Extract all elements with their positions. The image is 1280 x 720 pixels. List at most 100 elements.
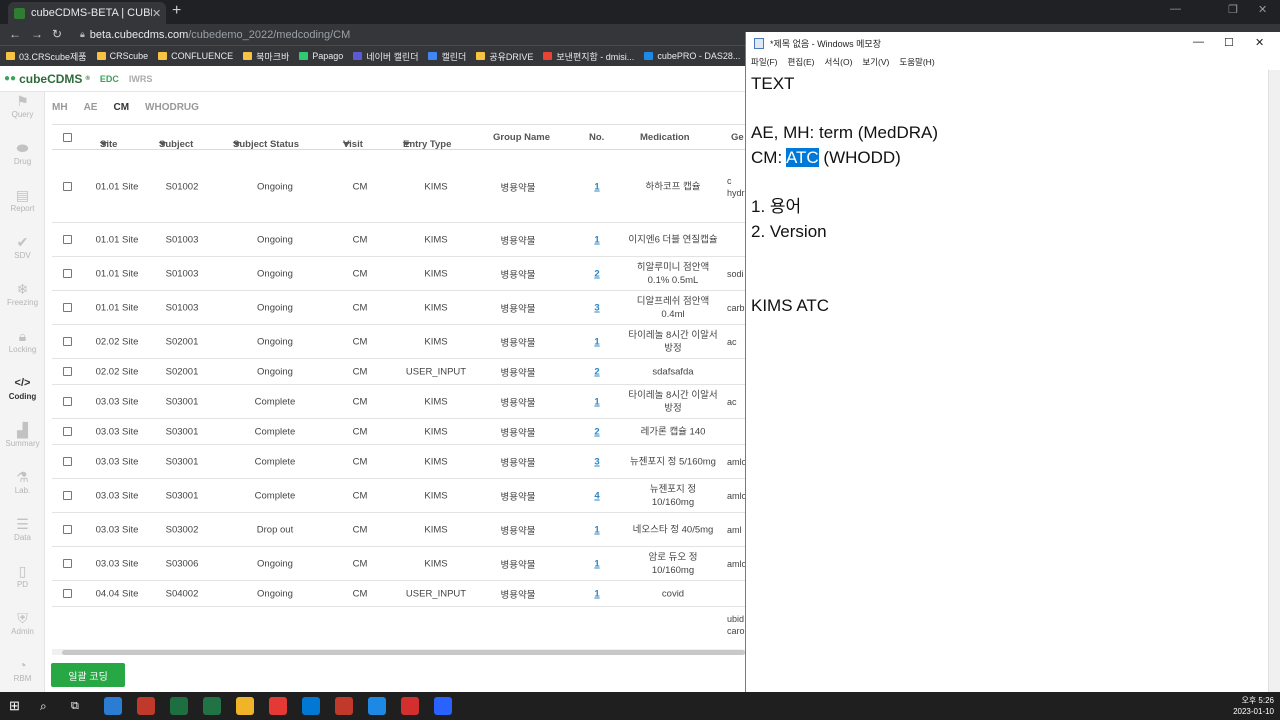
- table-row[interactable]: 02.02 Site S02001 Ongoing CM USER_INPUT 병용약물 2…: [52, 359, 745, 385]
- bookmark-item[interactable]: CONFLUENCE: [158, 51, 233, 61]
- no-link[interactable]: 1: [594, 558, 599, 569]
- reload-icon[interactable]: ↻: [52, 27, 62, 41]
- row-checkbox[interactable]: [63, 367, 72, 376]
- table-row[interactable]: 01.01 Site S01003 Ongoing CM KIMS 병용약물 1 이지엔6 더…: [52, 223, 745, 257]
- app-icon[interactable]: [137, 697, 155, 715]
- select-all-checkbox[interactable]: [63, 133, 72, 142]
- bookmark-item[interactable]: 03.CRScube제품: [6, 50, 87, 63]
- menu-view[interactable]: 보기(V): [862, 56, 889, 68]
- bookmark-item[interactable]: CRScube: [96, 51, 148, 61]
- row-checkbox[interactable]: [63, 303, 72, 312]
- filter-icon[interactable]: ⏷: [159, 139, 167, 150]
- table-row[interactable]: 03.03 Site S03006 Ongoing CM KIMS 병용약물 1 암로 듀오 …: [52, 547, 745, 581]
- no-link[interactable]: 2: [594, 426, 599, 437]
- no-link[interactable]: 3: [594, 302, 599, 313]
- outlook-icon[interactable]: [302, 697, 320, 715]
- table-row[interactable]: 03.03 Site S03001 Complete CM KIMS 병용약물 4 뉴젠포지 …: [52, 479, 745, 513]
- minimize-icon[interactable]: —: [1170, 3, 1181, 15]
- close-window-icon[interactable]: ✕: [1258, 3, 1267, 16]
- table-row[interactable]: 03.03 Site S03002 Drop out CM KIMS 병용약물 1 네오스타 …: [52, 513, 745, 547]
- table-row[interactable]: 03.03 Site S03001 Complete CM KIMS 병용약물 3 뉴젠포지 …: [52, 445, 745, 479]
- edge-icon[interactable]: [104, 697, 122, 715]
- menu-edit[interactable]: 편집(E): [788, 56, 815, 68]
- back-icon[interactable]: ←: [9, 27, 21, 41]
- sidebar-item-report[interactable]: ▤ Report: [0, 186, 45, 213]
- maximize-icon[interactable]: ☐: [1224, 36, 1234, 49]
- row-checkbox[interactable]: [63, 427, 72, 436]
- row-checkbox[interactable]: [63, 182, 72, 191]
- row-checkbox[interactable]: [63, 397, 72, 406]
- bookmark-item[interactable]: Papago: [299, 51, 343, 61]
- app-logo[interactable]: ●● cubeCDMS ®: [4, 72, 90, 86]
- new-tab-icon[interactable]: +: [172, 2, 181, 20]
- bookmark-item[interactable]: 캘린더: [428, 50, 466, 63]
- minimize-icon[interactable]: —: [1193, 36, 1204, 48]
- column-header-medication[interactable]: Medication: [640, 132, 690, 143]
- row-checkbox[interactable]: [63, 525, 72, 534]
- restore-icon[interactable]: ❐: [1228, 3, 1238, 16]
- system-clock[interactable]: 오후 5:26 2023-01-10: [1233, 695, 1274, 717]
- url-field[interactable]: 🔒︎ beta.cubecdms.com/cubedemo_2022/medco…: [80, 27, 780, 42]
- table-row[interactable]: 04.04 Site S04002 Ongoing CM USER_INPUT 병용약물 1…: [52, 581, 745, 607]
- app-icon[interactable]: [368, 697, 386, 715]
- table-row[interactable]: 03.03 Site S03001 Complete CM KIMS 병용약물 2 레가론 캡…: [52, 419, 745, 445]
- sidebar-item-data[interactable]: ☰ Data: [0, 515, 45, 542]
- row-checkbox[interactable]: [63, 457, 72, 466]
- filter-icon[interactable]: ⏷: [100, 139, 108, 150]
- menu-file[interactable]: 파일(F): [751, 56, 778, 68]
- sidebar-item-summary[interactable]: ▟ Summary: [0, 421, 45, 448]
- bookmark-item[interactable]: 네이버 캘린더: [353, 50, 418, 63]
- filter-icon[interactable]: ⏷: [233, 139, 241, 150]
- notepad-text-area[interactable]: TEXT AE, MH: term (MedDRA) CM: ATC (WHODD)…: [751, 72, 1261, 319]
- browser-tab[interactable]: cubeCDMS-BETA | CUBEDEMO_ ✕: [8, 2, 166, 24]
- tab-whodrug[interactable]: WHODRUG: [145, 102, 199, 113]
- bulk-coding-button[interactable]: 일괄 코딩: [51, 663, 125, 687]
- sidebar-item-locking[interactable]: 🔒︎ Locking: [0, 327, 45, 354]
- acrobat-icon[interactable]: [401, 697, 419, 715]
- sidebar-item-drug[interactable]: ⬬ Drug: [0, 139, 45, 166]
- sidebar-item-admin[interactable]: ⛨ Admin: [0, 609, 45, 636]
- sidebar-item-query[interactable]: ⚑ Query: [0, 92, 45, 119]
- search-icon[interactable]: ⌕: [40, 697, 58, 715]
- nav-iwrs[interactable]: IWRS: [129, 74, 153, 84]
- no-link[interactable]: 1: [594, 524, 599, 535]
- no-link[interactable]: 1: [594, 181, 599, 192]
- row-checkbox[interactable]: [63, 337, 72, 346]
- sidebar-item-rbm[interactable]: ◔ RBM: [0, 656, 45, 683]
- sidebar-item-pd[interactable]: ▯ PD: [0, 562, 45, 589]
- table-row[interactable]: 01.01 Site S01003 Ongoing CM KIMS 병용약물 3 디알프레쉬 …: [52, 291, 745, 325]
- no-link[interactable]: 3: [594, 456, 599, 467]
- task-view-icon[interactable]: ⧉: [71, 697, 89, 715]
- filter-icon[interactable]: ⏷: [403, 139, 411, 150]
- tab-ae[interactable]: AE: [84, 102, 98, 113]
- table-row[interactable]: 01.01 Site S01002 Ongoing CM KIMS 병용약물 1 하하코프 캡…: [52, 151, 745, 223]
- bookmark-item[interactable]: 북마크바: [243, 50, 289, 63]
- file-explorer-icon[interactable]: [236, 697, 254, 715]
- bookmark-item[interactable]: cubePRO - DAS28...: [644, 51, 740, 61]
- table-row[interactable]: 03.03 Site S03001 Complete CM KIMS 병용약물 1 타이레놀 …: [52, 385, 745, 419]
- horizontal-scrollbar[interactable]: [52, 649, 745, 655]
- table-row[interactable]: 02.02 Site S02001 Ongoing CM KIMS 병용약물 1 타이레놀 8…: [52, 325, 745, 359]
- nav-edc[interactable]: EDC: [100, 74, 119, 84]
- no-link[interactable]: 1: [594, 396, 599, 407]
- row-checkbox[interactable]: [63, 235, 72, 244]
- no-link[interactable]: 2: [594, 268, 599, 279]
- windows-start-icon[interactable]: ⊞: [9, 697, 27, 715]
- close-icon[interactable]: ✕: [1255, 36, 1264, 49]
- row-checkbox[interactable]: [63, 269, 72, 278]
- column-header-group-name[interactable]: Group Name: [493, 132, 550, 143]
- sidebar-item-sdv[interactable]: ✔ SDV: [0, 233, 45, 260]
- no-link[interactable]: 1: [594, 588, 599, 599]
- sidebar-item-coding[interactable]: </> Coding: [0, 374, 45, 401]
- menu-format[interactable]: 서식(O): [824, 56, 852, 68]
- excel-icon[interactable]: [170, 697, 188, 715]
- tab-mh[interactable]: MH: [52, 102, 68, 113]
- bookmark-item[interactable]: 보낸편지함 - dmisi...: [543, 50, 634, 63]
- column-header-generic[interactable]: Ge: [731, 132, 744, 143]
- sidebar-item-freezing[interactable]: ❄ Freezing: [0, 280, 45, 307]
- no-link[interactable]: 4: [594, 490, 599, 501]
- sidebar-item-lab[interactable]: ⚗ Lab.: [0, 468, 45, 495]
- no-link[interactable]: 1: [594, 336, 599, 347]
- table-row[interactable]: 01.01 Site S01003 Ongoing CM KIMS 병용약물 2 히알루미니 …: [52, 257, 745, 291]
- no-link[interactable]: 2: [594, 366, 599, 377]
